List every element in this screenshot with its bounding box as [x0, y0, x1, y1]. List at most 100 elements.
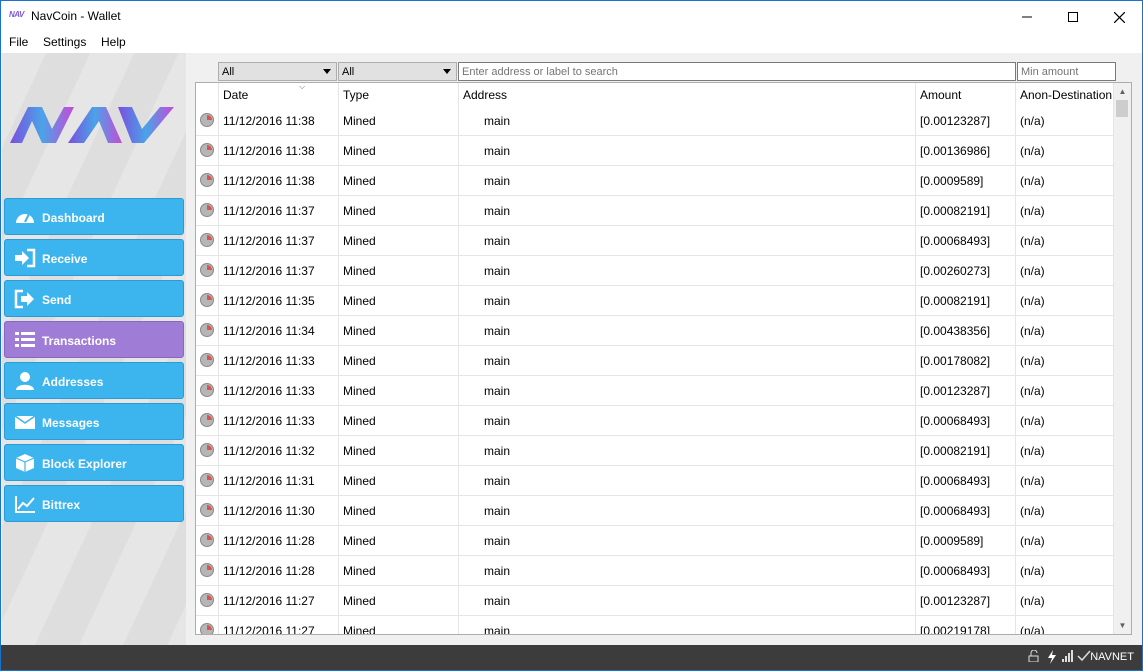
- sort-descending-icon: ⌵: [299, 83, 306, 91]
- sidebar: Dashboard Receive Send Transactions Addr…: [2, 53, 186, 645]
- table-row[interactable]: 11/12/2016 11:32 Mined main [0.00082191] (n/…: [196, 436, 1115, 466]
- column-header-amount[interactable]: Amount: [916, 83, 1016, 106]
- cell-amount: [0.00068493]: [916, 556, 1016, 586]
- confirming-clock-icon: [200, 623, 214, 634]
- cell-type: Mined: [339, 496, 459, 526]
- sidebar-item-transactions[interactable]: Transactions: [4, 321, 184, 358]
- confirming-clock-icon: [200, 113, 214, 127]
- scroll-down-icon[interactable]: ▼: [1114, 617, 1131, 634]
- table-row[interactable]: 11/12/2016 11:33 Mined main [0.00068493] (n/…: [196, 406, 1115, 436]
- column-header-address[interactable]: Address: [459, 83, 916, 106]
- menu-settings[interactable]: Settings: [43, 35, 86, 49]
- confirming-clock-icon: [200, 293, 214, 307]
- table-row[interactable]: 11/12/2016 11:37 Mined main [0.00260273] (n/…: [196, 256, 1115, 286]
- scroll-up-icon[interactable]: ▲: [1114, 83, 1131, 100]
- minimize-icon: [1022, 16, 1032, 18]
- menu-file[interactable]: File: [9, 35, 28, 49]
- cell-anon-destination: (n/a): [1016, 346, 1115, 376]
- cell-address: main: [459, 226, 916, 256]
- minimize-button[interactable]: [1004, 1, 1050, 31]
- cell-date: 11/12/2016 11:31: [219, 466, 339, 496]
- nav-logo: [10, 107, 174, 143]
- cell-amount: [0.00438356]: [916, 316, 1016, 346]
- synced-check-icon[interactable]: [1077, 650, 1091, 664]
- cell-address: main: [459, 106, 916, 136]
- cell-address: main: [459, 286, 916, 316]
- cell-date: 11/12/2016 11:37: [219, 196, 339, 226]
- check-icon: [1077, 650, 1091, 662]
- column-header-status[interactable]: [196, 83, 219, 106]
- table-row[interactable]: 11/12/2016 11:37 Mined main [0.00082191] (n/…: [196, 196, 1115, 226]
- table-row[interactable]: 11/12/2016 11:31 Mined main [0.00068493] (n/…: [196, 466, 1115, 496]
- cell-date: 11/12/2016 11:28: [219, 526, 339, 556]
- dashboard-icon: [16, 213, 34, 223]
- transactions-table: Date ⌵ Type Address Amount Anon-Destinat…: [195, 82, 1132, 635]
- cell-anon-destination: (n/a): [1016, 436, 1115, 466]
- sidebar-item-messages[interactable]: Messages: [4, 403, 184, 440]
- cell-anon-destination: (n/a): [1016, 616, 1115, 634]
- scroll-thumb[interactable]: [1116, 100, 1128, 117]
- confirming-clock-icon: [200, 353, 214, 367]
- sidebar-item-block-explorer[interactable]: Block Explorer: [4, 444, 184, 481]
- table-row[interactable]: 11/12/2016 11:33 Mined main [0.00123287] (n/…: [196, 376, 1115, 406]
- cell-date: 11/12/2016 11:38: [219, 106, 339, 136]
- cell-date: 11/12/2016 11:37: [219, 226, 339, 256]
- cell-type: Mined: [339, 316, 459, 346]
- cell-status: [196, 256, 219, 286]
- table-row[interactable]: 11/12/2016 11:33 Mined main [0.00178082] (n/…: [196, 346, 1115, 376]
- cell-date: 11/12/2016 11:27: [219, 586, 339, 616]
- cell-address: main: [459, 256, 916, 286]
- sidebar-item-label: Send: [42, 293, 72, 307]
- search-input[interactable]: [458, 62, 1016, 81]
- type-filter-select[interactable]: All: [338, 62, 457, 81]
- confirming-clock-icon: [200, 443, 214, 457]
- cell-type: Mined: [339, 256, 459, 286]
- cell-type: Mined: [339, 526, 459, 556]
- cell-type: Mined: [339, 286, 459, 316]
- cell-date: 11/12/2016 11:28: [219, 556, 339, 586]
- table-row[interactable]: 11/12/2016 11:27 Mined main [0.00123287] (n/…: [196, 586, 1115, 616]
- sidebar-item-dashboard[interactable]: Dashboard: [4, 198, 184, 235]
- confirming-clock-icon: [200, 203, 214, 217]
- menu-help[interactable]: Help: [101, 35, 126, 49]
- cell-type: Mined: [339, 196, 459, 226]
- sidebar-item-bittrex[interactable]: Bittrex: [4, 485, 184, 522]
- date-filter-select[interactable]: All: [218, 62, 337, 81]
- cell-date: 11/12/2016 11:35: [219, 286, 339, 316]
- send-icon: [14, 289, 34, 309]
- table-row[interactable]: 11/12/2016 11:28 Mined main [0.0009589] (n/a…: [196, 526, 1115, 556]
- table-row[interactable]: 11/12/2016 11:35 Mined main [0.00082191] (n/…: [196, 286, 1115, 316]
- unlocked-icon[interactable]: [1027, 649, 1041, 664]
- cell-anon-destination: (n/a): [1016, 496, 1115, 526]
- cell-type: Mined: [339, 556, 459, 586]
- table-row[interactable]: 11/12/2016 11:38 Mined main [0.00123287] (n/…: [196, 106, 1115, 136]
- cell-address: main: [459, 526, 916, 556]
- table-row[interactable]: 11/12/2016 11:27 Mined main [0.00219178] (n/…: [196, 616, 1115, 634]
- cell-address: main: [459, 376, 916, 406]
- cell-address: main: [459, 166, 916, 196]
- vertical-scrollbar[interactable]: ▲ ▼: [1113, 83, 1131, 634]
- table-row[interactable]: 11/12/2016 11:28 Mined main [0.00068493] (n/…: [196, 556, 1115, 586]
- sidebar-item-receive[interactable]: Receive: [4, 239, 184, 276]
- cell-status: [196, 556, 219, 586]
- column-header-anon-destination[interactable]: Anon-Destination: [1016, 83, 1115, 106]
- staking-icon[interactable]: [1045, 650, 1059, 664]
- cell-status: [196, 196, 219, 226]
- table-row[interactable]: 11/12/2016 11:34 Mined main [0.00438356] (n/…: [196, 316, 1115, 346]
- column-header-type[interactable]: Type: [339, 83, 459, 106]
- column-header-label: Date: [223, 88, 249, 102]
- cell-anon-destination: (n/a): [1016, 256, 1115, 286]
- table-row[interactable]: 11/12/2016 11:38 Mined main [0.0009589] (n/a…: [196, 166, 1115, 196]
- column-header-date[interactable]: Date ⌵: [219, 83, 339, 106]
- table-row[interactable]: 11/12/2016 11:38 Mined main [0.00136986] (n/…: [196, 136, 1115, 166]
- connections-icon[interactable]: [1061, 650, 1075, 664]
- table-row[interactable]: 11/12/2016 11:30 Mined main [0.00068493] (n/…: [196, 496, 1115, 526]
- table-row[interactable]: 11/12/2016 11:37 Mined main [0.00068493] (n/…: [196, 226, 1115, 256]
- close-button[interactable]: [1096, 1, 1142, 31]
- min-amount-input[interactable]: [1017, 62, 1116, 81]
- maximize-button[interactable]: [1050, 1, 1096, 31]
- sidebar-item-send[interactable]: Send: [4, 280, 184, 317]
- sidebar-item-addresses[interactable]: Addresses: [4, 362, 184, 399]
- confirming-clock-icon: [200, 593, 214, 607]
- cell-amount: [0.00068493]: [916, 496, 1016, 526]
